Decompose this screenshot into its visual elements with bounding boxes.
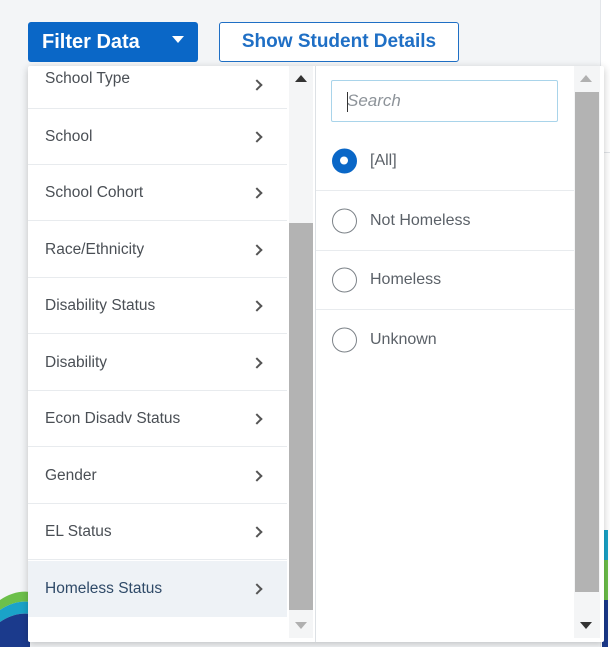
chevron-right-icon — [251, 243, 263, 256]
category-item-el-status[interactable]: EL Status — [28, 504, 287, 560]
chevron-right-icon — [251, 79, 263, 91]
show-student-details-button[interactable]: Show Student Details — [219, 22, 459, 62]
filter-options-pane: Search [All] Not Homeless Homeless Unkno… — [316, 66, 574, 642]
chevron-right-icon — [251, 299, 263, 312]
option-label: Not Homeless — [370, 212, 471, 229]
chevron-right-icon — [251, 469, 263, 482]
category-label: Econ Disadv Status — [45, 409, 181, 427]
option-label: Homeless — [370, 271, 442, 288]
category-label: School — [45, 127, 93, 145]
category-scrollbar[interactable] — [289, 66, 313, 638]
search-placeholder: Search — [347, 91, 401, 110]
radio-unchecked-icon[interactable] — [332, 208, 357, 234]
chevron-right-icon — [251, 583, 263, 595]
category-label: Homeless Status — [45, 580, 163, 597]
category-item-homeless-status[interactable]: Homeless Status — [28, 561, 287, 617]
background-logo-swoosh — [0, 590, 30, 647]
category-item-race-ethnicity[interactable]: Race/Ethnicity — [28, 222, 287, 278]
category-label: School Type — [45, 70, 131, 87]
filter-data-label: Filter Data — [42, 30, 140, 53]
category-label: Gender — [45, 466, 97, 484]
chevron-right-icon — [251, 356, 263, 369]
option-homeless[interactable]: Homeless — [316, 251, 574, 310]
radio-unchecked-icon[interactable] — [332, 327, 357, 352]
chevron-right-icon — [251, 130, 263, 143]
option-label: Unknown — [370, 330, 437, 348]
scroll-up-arrow-icon[interactable] — [580, 75, 592, 82]
filter-category-list: School Type School School Cohort Race/Et… — [28, 66, 287, 626]
category-item-disability-status[interactable]: Disability Status — [28, 278, 287, 334]
category-item-school[interactable]: School — [28, 109, 287, 165]
category-item-school-type[interactable]: School Type — [28, 66, 287, 109]
category-item-school-cohort[interactable]: School Cohort — [28, 165, 287, 221]
chevron-right-icon — [251, 525, 263, 538]
category-label: EL Status — [45, 522, 112, 540]
chevron-right-icon — [251, 412, 263, 425]
category-item-gender[interactable]: Gender — [28, 448, 287, 504]
filter-dropdown-panel: School Type School School Cohort Race/Et… — [28, 66, 604, 642]
radio-unchecked-icon[interactable] — [332, 267, 357, 293]
chevron-right-icon — [251, 186, 263, 199]
category-label: Disability Status — [45, 296, 156, 314]
category-label: Disability — [45, 353, 108, 371]
category-item-econ-disadv-status[interactable]: Econ Disadv Status — [28, 391, 287, 447]
scroll-up-arrow-icon[interactable] — [295, 75, 307, 82]
scroll-down-arrow-icon[interactable] — [580, 622, 592, 629]
option-unknown[interactable]: Unknown — [316, 310, 574, 369]
option-label: [All] — [370, 152, 397, 169]
option-all[interactable]: [All] — [316, 132, 574, 191]
scroll-down-arrow-icon[interactable] — [295, 622, 307, 629]
options-scroll-thumb[interactable] — [575, 92, 599, 592]
category-item-disability[interactable]: Disability — [28, 335, 287, 391]
filter-data-button[interactable]: Filter Data — [28, 22, 198, 62]
category-label: School Cohort — [45, 183, 144, 201]
options-scrollbar[interactable] — [574, 66, 600, 638]
radio-checked-icon[interactable] — [332, 148, 357, 174]
caret-down-icon — [172, 36, 184, 43]
option-not-homeless[interactable]: Not Homeless — [316, 192, 574, 251]
category-scroll-thumb[interactable] — [289, 223, 313, 610]
search-input[interactable]: Search — [331, 80, 558, 122]
category-label: Race/Ethnicity — [45, 240, 145, 258]
